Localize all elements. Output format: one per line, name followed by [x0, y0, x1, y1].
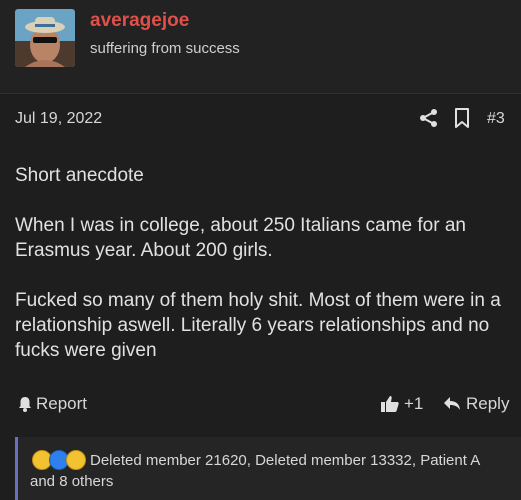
reply-icon: [444, 397, 460, 410]
post-date[interactable]: Jul 19, 2022: [15, 110, 102, 128]
report-label: Report: [36, 394, 88, 413]
user-title: suffering from success: [90, 40, 240, 57]
reactions-bar[interactable]: Deleted member 21620, Deleted member 133…: [15, 437, 521, 500]
user-header: averagejoe suffering from success: [0, 0, 521, 93]
thumbs-up-icon: [381, 396, 399, 412]
share-icon[interactable]: [419, 108, 439, 128]
post-paragraph: When I was in college, about 250 Italian…: [15, 215, 466, 261]
reaction-list[interactable]: Deleted member 21620, Deleted member 133…: [30, 450, 500, 492]
report-button[interactable]: Report: [18, 394, 87, 414]
like-button[interactable]: +1: [380, 394, 423, 414]
bookmark-icon[interactable]: [453, 108, 471, 128]
bell-icon: [19, 397, 31, 412]
reply-button[interactable]: Reply: [443, 394, 509, 414]
post-paragraph: Short anecdote: [15, 165, 144, 186]
divider: [0, 93, 521, 94]
like-count: +1: [404, 394, 424, 413]
reply-label: Reply: [466, 394, 510, 413]
post-paragraph: Fucked so many of them holy shit. Most o…: [15, 290, 501, 361]
post-number[interactable]: #3: [487, 110, 505, 128]
avatar[interactable]: [15, 9, 75, 67]
post-content: Short anecdote When I was in college, ab…: [15, 163, 510, 388]
username[interactable]: averagejoe: [90, 10, 189, 32]
